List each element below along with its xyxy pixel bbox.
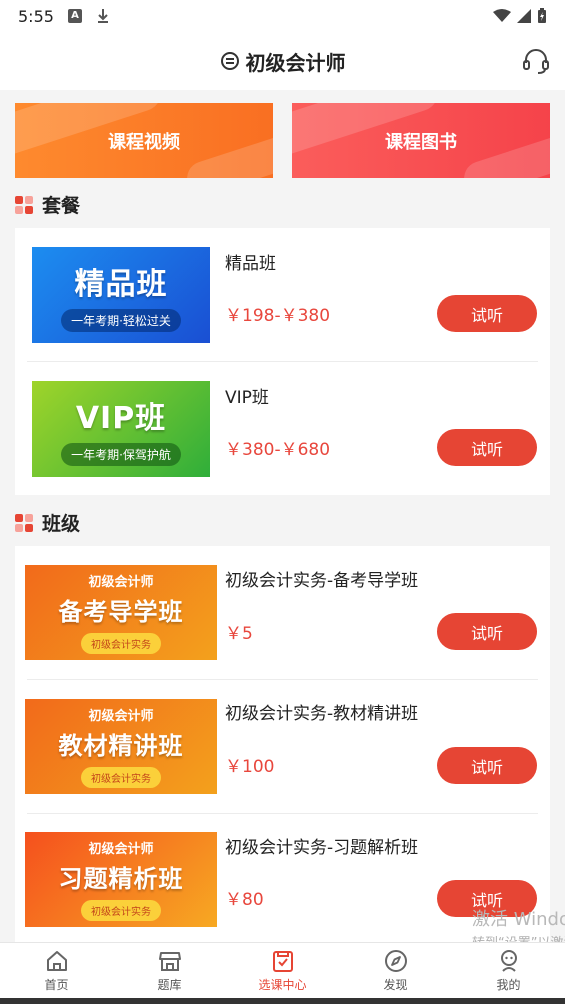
- thumbnail-text: VIP班: [75, 400, 167, 436]
- thumbnail-tag: 初级会计实务: [81, 767, 161, 788]
- course-video-label: 课程视频: [108, 131, 180, 153]
- thumbnail-tag: 初级会计实务: [81, 900, 161, 921]
- section-title: 套餐: [42, 195, 81, 217]
- item-title: 初级会计实务-习题解析班: [225, 838, 419, 858]
- thumbnail-text: 备考导学班: [58, 598, 184, 626]
- user-icon: [500, 950, 517, 972]
- course-books-label: 课程图书: [385, 131, 457, 153]
- tab-course-center[interactable]: 选课中心: [226, 943, 339, 998]
- switch-circle-icon: [220, 52, 239, 70]
- thumbnail-tag: 一年考期·保驾护航: [61, 442, 181, 466]
- grid-icon: [15, 513, 33, 532]
- tab-home[interactable]: 首页: [0, 943, 113, 998]
- list-item[interactable]: 初级会计师 教材精讲班 初级会计实务 初级会计实务-教材精讲班 ￥100 试听: [15, 680, 550, 814]
- course-thumbnail: VIP班 一年考期·保驾护航: [32, 381, 210, 477]
- compass-icon: [384, 950, 407, 972]
- tab-label: 选课中心: [258, 978, 307, 992]
- tab-question-bank[interactable]: 题库: [113, 943, 226, 998]
- course-icon: [272, 951, 293, 972]
- battery-icon: [538, 8, 546, 23]
- section-title: 班级: [42, 513, 81, 535]
- list-item[interactable]: 初级会计师 备考导学班 初级会计实务 初级会计实务-备考导学班 ￥5 试听: [15, 546, 550, 680]
- tab-label: 题库: [157, 978, 182, 992]
- trial-button[interactable]: 试听: [437, 429, 537, 466]
- download-icon: [97, 9, 108, 23]
- home-icon: [46, 951, 67, 971]
- trial-button[interactable]: 试听: [437, 295, 537, 332]
- classes-section-header: 班级: [15, 509, 80, 536]
- tab-mine[interactable]: 我的: [452, 943, 565, 998]
- packages-card: 精品班 一年考期·轻松过关 精品班 ￥198-￥380 试听 VIP班 一年考期…: [15, 228, 550, 495]
- headset-icon[interactable]: [521, 46, 551, 76]
- bottom-tab-bar: 首页 题库 选课中心 发现 我的: [0, 942, 565, 998]
- course-thumbnail: 精品班 一年考期·轻松过关: [32, 247, 210, 343]
- item-title: 初级会计实务-备考导学班: [225, 571, 419, 591]
- item-title: 初级会计实务-教材精讲班: [225, 704, 419, 724]
- course-thumbnail: 初级会计师 备考导学班 初级会计实务: [25, 565, 217, 660]
- item-price: ￥380-￥680: [225, 440, 331, 460]
- trial-button[interactable]: 试听: [437, 613, 537, 650]
- item-price: ￥80: [225, 890, 264, 910]
- store-icon: [158, 952, 181, 971]
- header-title-switch[interactable]: 初级会计师: [220, 47, 346, 76]
- thumbnail-top-text: 初级会计师: [88, 842, 154, 857]
- grid-icon: [15, 195, 33, 214]
- trial-button[interactable]: 试听: [437, 747, 537, 784]
- thumbnail-text: 精品班: [74, 266, 168, 302]
- wifi-icon: [493, 9, 511, 22]
- status-bar: 5:55 A: [0, 0, 565, 32]
- thumbnail-text: 习题精析班: [58, 865, 184, 893]
- thumbnail-tag: 初级会计实务: [81, 633, 161, 654]
- thumbnail-top-text: 初级会计师: [88, 575, 154, 590]
- app-header: 初级会计师: [0, 32, 565, 90]
- thumbnail-top-text: 初级会计师: [88, 709, 154, 724]
- list-item[interactable]: 精品班 一年考期·轻松过关 精品班 ￥198-￥380 试听: [15, 228, 550, 362]
- classes-card: 初级会计师 备考导学班 初级会计实务 初级会计实务-备考导学班 ￥5 试听 初级…: [15, 546, 550, 942]
- course-books-button[interactable]: 课程图书: [292, 103, 550, 178]
- page-title: 初级会计师: [245, 50, 346, 75]
- item-title: VIP班: [225, 388, 269, 408]
- course-thumbnail: 初级会计师 教材精讲班 初级会计实务: [25, 699, 217, 794]
- item-price: ￥5: [225, 624, 253, 644]
- font-a-icon: A: [67, 9, 82, 23]
- list-item[interactable]: 初级会计师 习题精析班 初级会计实务 初级会计实务-习题解析班 ￥80 试听: [15, 814, 550, 942]
- system-nav-bar: [0, 998, 565, 1004]
- watermark-line1: 激活 Windows: [472, 909, 565, 930]
- list-item[interactable]: VIP班 一年考期·保驾护航 VIP班 ￥380-￥680 试听: [15, 362, 550, 495]
- tab-label: 首页: [44, 978, 69, 992]
- course-thumbnail: 初级会计师 习题精析班 初级会计实务: [25, 832, 217, 927]
- tab-discover[interactable]: 发现: [339, 943, 452, 998]
- tab-label: 发现: [383, 978, 408, 992]
- top-buttons: 课程视频 课程图书: [15, 103, 550, 178]
- status-time: 5:55: [18, 6, 54, 26]
- course-video-button[interactable]: 课程视频: [15, 103, 273, 178]
- thumbnail-text: 教材精讲班: [58, 732, 184, 760]
- tab-label: 我的: [496, 978, 521, 992]
- item-title: 精品班: [225, 254, 276, 274]
- item-price: ￥100: [225, 757, 275, 777]
- signal-icon: [517, 9, 531, 23]
- thumbnail-tag: 一年考期·轻松过关: [61, 308, 181, 332]
- item-price: ￥198-￥380: [225, 306, 331, 326]
- packages-section-header: 套餐: [15, 191, 80, 218]
